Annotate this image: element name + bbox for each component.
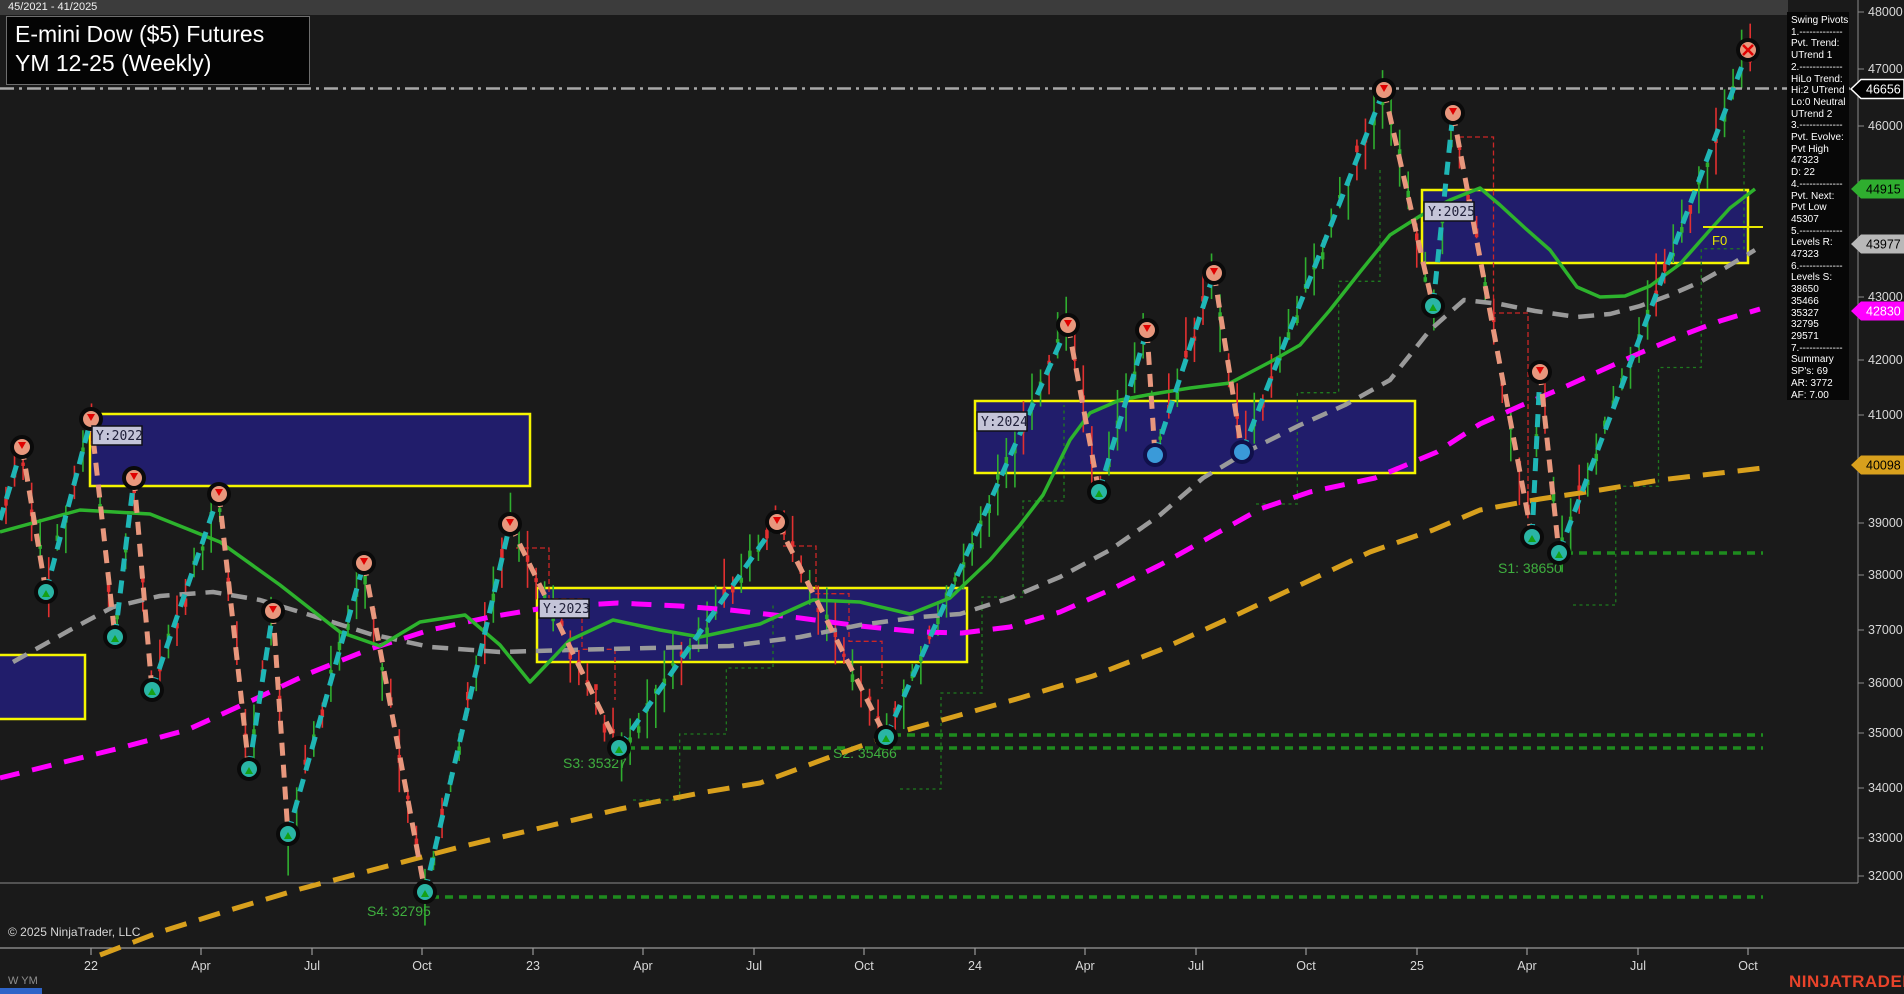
price-tag-value: 44915 xyxy=(1866,183,1901,197)
panel-line: Lo:0 Neutral xyxy=(1791,97,1849,109)
price-axis-label: 46000 xyxy=(1868,119,1903,133)
chart-title-box: E-mini Dow ($5) Futures YM 12-25 (Weekly… xyxy=(6,16,310,85)
panel-line: 35327 xyxy=(1791,308,1849,320)
price-axis-label: 33000 xyxy=(1868,831,1903,845)
price-axis-label: 48000 xyxy=(1868,5,1903,19)
panel-line: Pvt. Next: xyxy=(1791,191,1849,203)
time-axis-label: 25 xyxy=(1410,959,1424,973)
price-axis-label: 38000 xyxy=(1868,568,1903,582)
price-axis-label: 34000 xyxy=(1868,781,1903,795)
panel-line: UTrend 1 xyxy=(1791,50,1849,62)
time-axis-label: Oct xyxy=(1738,959,1758,973)
panel-line: Pvt Low xyxy=(1791,202,1849,214)
price-axis-label: 39000 xyxy=(1868,516,1903,530)
price-axis-label: 36000 xyxy=(1868,676,1903,690)
price-chart[interactable]: S1: 38650S2: 35466S3: 35327S4: 32795F0Y:… xyxy=(0,0,1904,994)
time-axis-label: Oct xyxy=(854,959,874,973)
price-axis-label: 47000 xyxy=(1868,62,1903,76)
time-axis-label: Jul xyxy=(1188,959,1204,973)
panel-line: Levels S: xyxy=(1791,272,1849,284)
chart-window: S1: 38650S2: 35466S3: 35327S4: 32795F0Y:… xyxy=(0,0,1904,994)
panel-line: Pvt. Evolve: xyxy=(1791,132,1849,144)
date-range-bar: 45/2021 - 41/2025 xyxy=(0,0,1788,15)
f0-label: F0 xyxy=(1712,233,1727,248)
panel-line: D: 22 xyxy=(1791,167,1849,179)
price-tag-value: 46656 xyxy=(1866,83,1901,97)
swing-pivots-panel: Swing Pivots1.-------------Pvt. Trend:UT… xyxy=(1787,12,1849,400)
panel-line: 32795 xyxy=(1791,319,1849,331)
time-axis-label: Apr xyxy=(191,959,210,973)
date-range-label: 45/2021 - 41/2025 xyxy=(8,1,97,13)
panel-line: 2.------------- xyxy=(1791,62,1849,74)
price-tag-value: 42830 xyxy=(1866,305,1901,319)
year-label-text: Y:2023 xyxy=(543,602,590,617)
pivot-marker-inside xyxy=(1234,444,1250,460)
year-label-text: Y:2024 xyxy=(981,415,1028,430)
panel-line: 5.------------- xyxy=(1791,226,1849,238)
panel-line: HiLo Trend: xyxy=(1791,74,1849,86)
panel-line: UTrend 2 xyxy=(1791,109,1849,121)
time-axis-label: Oct xyxy=(412,959,432,973)
year-range-box xyxy=(90,414,530,486)
price-axis-label: 42000 xyxy=(1868,353,1903,367)
panel-line: 35466 xyxy=(1791,296,1849,308)
panel-line: Levels R: xyxy=(1791,237,1849,249)
panel-line: 1.------------- xyxy=(1791,27,1849,39)
time-axis-label: Jul xyxy=(746,959,762,973)
panel-line: Pvt. Trend: xyxy=(1791,38,1849,50)
chart-tab-label[interactable]: W YM xyxy=(8,975,38,987)
panel-line: 45307 xyxy=(1791,214,1849,226)
price-tag-value: 40098 xyxy=(1866,459,1901,473)
panel-line: 7.------------- xyxy=(1791,343,1849,355)
time-axis-label: Jul xyxy=(304,959,320,973)
panel-line: 6.------------- xyxy=(1791,261,1849,273)
price-axis-label: 37000 xyxy=(1868,623,1903,637)
year-range-box xyxy=(0,655,85,719)
panel-line: 47323 xyxy=(1791,249,1849,261)
panel-line: 29571 xyxy=(1791,331,1849,343)
panel-line: Swing Pivots xyxy=(1791,15,1849,27)
year-label-text: Y:2022 xyxy=(96,429,143,444)
panel-line: 38650 xyxy=(1791,284,1849,296)
copyright-label: © 2025 NinjaTrader, LLC xyxy=(8,925,140,939)
price-axis-label: 35000 xyxy=(1868,726,1903,740)
panel-line: Summary xyxy=(1791,354,1849,366)
contract-title: YM 12-25 (Weekly) xyxy=(15,49,301,78)
support-level-label: S4: 32795 xyxy=(367,903,431,919)
time-axis-label: 24 xyxy=(968,959,982,973)
ninjatrader-logo: NINJATRADER xyxy=(1789,972,1904,992)
instrument-title: E-mini Dow ($5) Futures xyxy=(15,20,301,49)
time-axis-label: Oct xyxy=(1296,959,1316,973)
price-axis-label: 32000 xyxy=(1868,869,1903,883)
panel-line: 47323 xyxy=(1791,155,1849,167)
time-axis-label: 22 xyxy=(84,959,98,973)
tab-accent-bar xyxy=(0,988,42,994)
panel-line: 4.------------- xyxy=(1791,179,1849,191)
panel-line: AF: 7.00 xyxy=(1791,390,1849,401)
panel-line: 3.------------- xyxy=(1791,120,1849,132)
panel-line: Hi:2 UTrend xyxy=(1791,85,1849,97)
panel-line: AR: 3772 xyxy=(1791,378,1849,390)
time-axis-label: Apr xyxy=(1517,959,1536,973)
price-tag-value: 43977 xyxy=(1866,238,1901,252)
price-axis-label: 41000 xyxy=(1868,408,1903,422)
panel-line: SP's: 69 xyxy=(1791,366,1849,378)
year-range-box xyxy=(975,401,1415,473)
time-axis-label: Apr xyxy=(1075,959,1094,973)
year-label-text: Y:2025 xyxy=(1428,205,1475,220)
panel-line: Pvt High xyxy=(1791,144,1849,156)
time-axis-label: Apr xyxy=(633,959,652,973)
time-axis-label: Jul xyxy=(1630,959,1646,973)
pivot-marker-inside xyxy=(1147,447,1163,463)
time-axis-label: 23 xyxy=(526,959,540,973)
